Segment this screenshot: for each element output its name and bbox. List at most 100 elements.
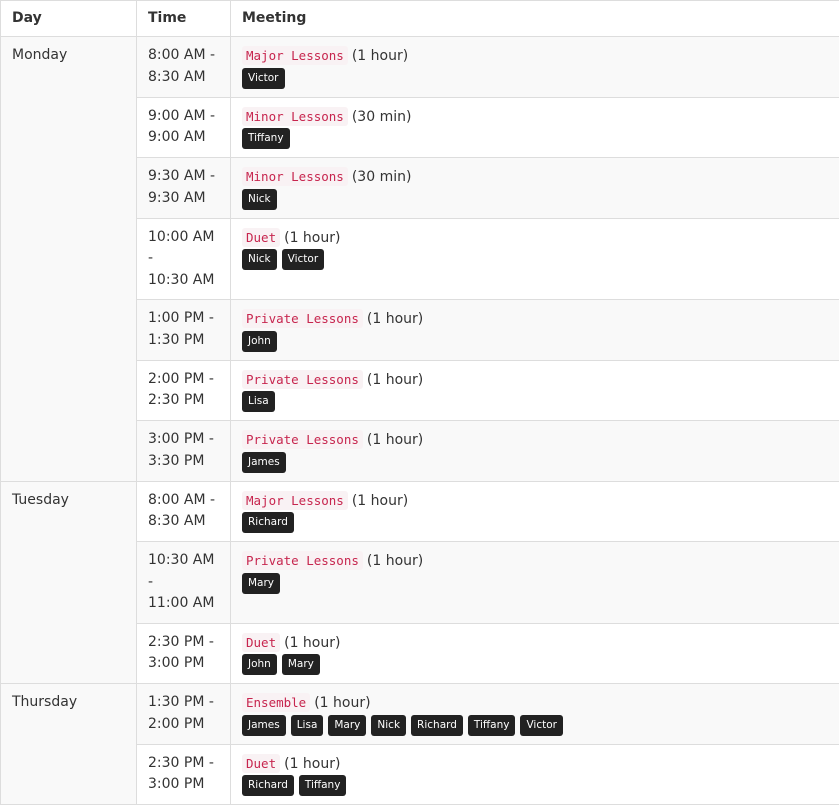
time-start: 10:00 AM - (148, 229, 214, 267)
meeting-summary: Private Lessons(1 hour) (242, 369, 829, 392)
header-row: Day Time Meeting (1, 1, 839, 37)
meeting-cell: Private Lessons(1 hour)Mary (231, 542, 839, 624)
participant-badge: Victor (520, 715, 563, 736)
meeting-summary: Duet(1 hour) (242, 227, 829, 250)
time-range: 8:00 AM -8:30 AM (148, 45, 220, 88)
participant-list: John (242, 331, 829, 352)
meeting-duration: (1 hour) (284, 635, 340, 651)
meeting-type: Ensemble (242, 693, 310, 712)
meeting-duration: (1 hour) (367, 372, 423, 388)
time-end: 9:00 AM (148, 129, 206, 145)
time-range: 2:00 PM -2:30 PM (148, 369, 220, 412)
meeting-cell: Major Lessons(1 hour)Richard (231, 481, 839, 542)
participant-badge: Tiffany (242, 128, 290, 149)
meeting-duration: (1 hour) (352, 48, 408, 64)
meeting-duration: (30 min) (352, 169, 412, 185)
meeting-duration: (1 hour) (284, 756, 340, 772)
participant-badge: Tiffany (468, 715, 516, 736)
meeting-summary: Major Lessons(1 hour) (242, 490, 829, 513)
time-end: 8:30 AM (148, 513, 206, 529)
time-cell: 10:30 AM -11:00 AM (137, 542, 231, 624)
meeting-summary: Minor Lessons(30 min) (242, 106, 829, 129)
meeting-type: Minor Lessons (242, 107, 348, 126)
time-end: 2:00 PM (148, 716, 204, 732)
time-start: 8:00 AM - (148, 492, 215, 508)
meeting-type: Private Lessons (242, 430, 363, 449)
participant-badge: Lisa (242, 391, 275, 412)
time-start: 8:00 AM - (148, 47, 215, 63)
participant-badge: Nick (371, 715, 406, 736)
header-meeting: Meeting (231, 1, 839, 37)
participant-badge: Nick (242, 189, 277, 210)
meeting-cell: Private Lessons(1 hour) John (231, 300, 839, 361)
meeting-cell: Private Lessons(1 hour)Lisa (231, 360, 839, 421)
time-end: 9:30 AM (148, 190, 206, 206)
meeting-summary: Major Lessons(1 hour) (242, 45, 829, 68)
meeting-type: Private Lessons (242, 370, 363, 389)
participant-badge: Nick (242, 249, 277, 270)
day-cell: Thursday (1, 684, 137, 805)
meeting-cell: Minor Lessons(30 min)Tiffany (231, 97, 839, 158)
time-start: 9:00 AM - (148, 108, 215, 124)
time-range: 9:00 AM - 9:00 AM (148, 106, 220, 149)
meeting-type: Duet (242, 754, 280, 773)
time-end: 3:00 PM (148, 655, 204, 671)
time-end: 1:30 PM (148, 332, 204, 348)
time-start: 3:00 PM - (148, 431, 214, 447)
time-end: 3:30 PM (148, 453, 204, 469)
time-cell: 3:00 PM - 3:30 PM (137, 421, 231, 482)
meeting-duration: (1 hour) (367, 432, 423, 448)
participant-badge: Mary (242, 573, 280, 594)
time-start: 1:00 PM - (148, 310, 214, 326)
time-cell: 8:00 AM -8:30 AM (137, 37, 231, 98)
meeting-duration: (1 hour) (367, 311, 423, 327)
day-cell: Monday (1, 37, 137, 482)
meeting-summary: Duet(1 hour) (242, 753, 829, 776)
time-range: 1:00 PM - 1:30 PM (148, 308, 220, 351)
time-start: 2:00 PM - (148, 371, 214, 387)
time-start: 9:30 AM - (148, 168, 215, 184)
meeting-summary: Duet(1 hour) (242, 632, 829, 655)
participant-badge: Richard (411, 715, 463, 736)
time-end: 10:30 AM (148, 272, 214, 288)
participant-list: JamesLisaMaryNickRichardTiffanyVictor (242, 715, 829, 736)
meeting-type: Duet (242, 228, 280, 247)
meeting-summary: Private Lessons(1 hour) (242, 429, 829, 452)
meeting-type: Private Lessons (242, 309, 363, 328)
time-range: 10:00 AM - 10:30 AM (148, 227, 220, 292)
participant-list: NickVictor (242, 249, 829, 270)
schedule-body: Monday8:00 AM -8:30 AMMajor Lessons(1 ho… (1, 37, 839, 805)
time-cell: 10:00 AM - 10:30 AM (137, 218, 231, 300)
meeting-type: Duet (242, 633, 280, 652)
time-cell: 2:30 PM -3:00 PM (137, 744, 231, 805)
meeting-type: Minor Lessons (242, 167, 348, 186)
meeting-cell: Ensemble(1 hour)JamesLisaMaryNickRichard… (231, 684, 839, 745)
meeting-type: Major Lessons (242, 491, 348, 510)
meeting-cell: Private Lessons(1 hour)James (231, 421, 839, 482)
meeting-summary: Ensemble(1 hour) (242, 692, 829, 715)
time-cell: 9:30 AM - 9:30 AM (137, 158, 231, 219)
participant-list: JohnMary (242, 654, 829, 675)
day-cell: Tuesday (1, 481, 137, 684)
meeting-summary: Minor Lessons(30 min) (242, 166, 829, 189)
participant-list: Richard (242, 512, 829, 533)
time-cell: 1:00 PM - 1:30 PM (137, 300, 231, 361)
table-row: Thursday1:30 PM -2:00 PMEnsemble(1 hour)… (1, 684, 839, 745)
participant-badge: Lisa (291, 715, 324, 736)
participant-list: Nick (242, 189, 829, 210)
time-range: 2:30 PM - 3:00 PM (148, 632, 220, 675)
meeting-cell: Major Lessons(1 hour)Victor (231, 37, 839, 98)
time-range: 3:00 PM - 3:30 PM (148, 429, 220, 472)
meeting-cell: Minor Lessons(30 min)Nick (231, 158, 839, 219)
time-cell: 2:30 PM - 3:00 PM (137, 623, 231, 684)
participant-list: RichardTiffany (242, 775, 829, 796)
time-range: 8:00 AM - 8:30 AM (148, 490, 220, 533)
time-cell: 1:30 PM -2:00 PM (137, 684, 231, 745)
table-row: Tuesday8:00 AM -8:30 AMMajor Lessons(1 h… (1, 481, 839, 542)
time-end: 11:00 AM (148, 595, 214, 611)
time-range: 10:30 AM -11:00 AM (148, 550, 220, 615)
time-cell: 8:00 AM - 8:30 AM (137, 481, 231, 542)
meeting-duration: (30 min) (352, 109, 412, 125)
meeting-type: Private Lessons (242, 551, 363, 570)
time-start: 2:30 PM - (148, 634, 214, 650)
